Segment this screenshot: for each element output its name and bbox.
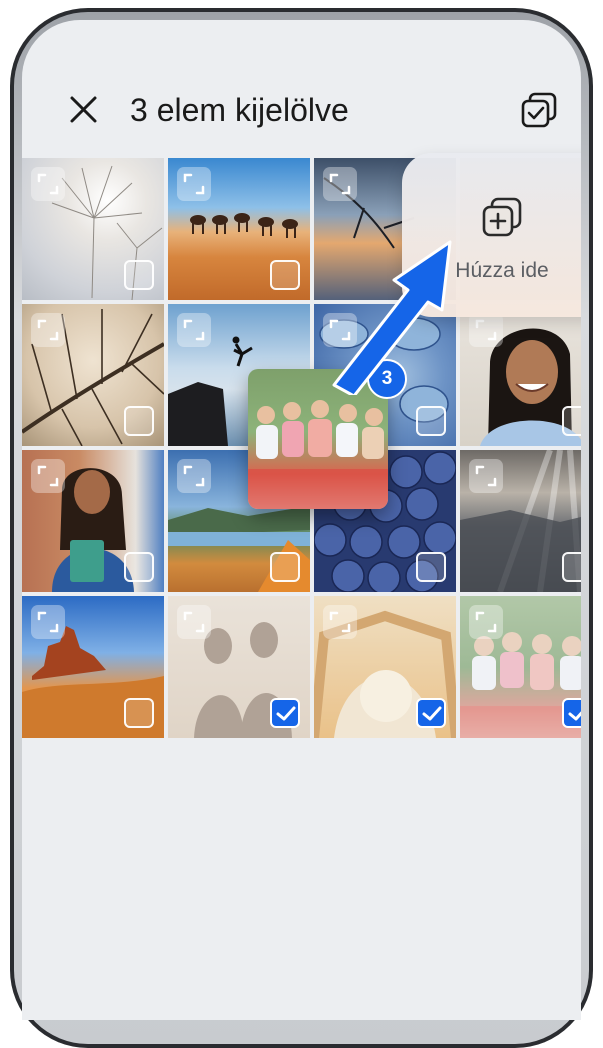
expand-icon[interactable]	[469, 605, 503, 639]
expand-icon[interactable]	[177, 313, 211, 347]
expand-icon[interactable]	[177, 605, 211, 639]
expand-icon[interactable]	[31, 605, 65, 639]
select-checkbox[interactable]	[562, 406, 581, 436]
grid-cell-leaf-veins[interactable]	[22, 304, 164, 446]
select-checkbox[interactable]	[270, 552, 300, 582]
grid-cell-couple-shadow[interactable]	[168, 596, 310, 738]
drag-direction-arrow	[332, 240, 452, 395]
select-checkbox[interactable]	[416, 552, 446, 582]
grid-cell-picnic[interactable]	[460, 596, 581, 738]
close-icon	[70, 96, 97, 123]
close-button[interactable]	[62, 88, 106, 132]
grid-cell-smiling-woman[interactable]	[460, 304, 581, 446]
select-checkbox[interactable]	[124, 698, 154, 728]
grid-cell-sun-rays[interactable]	[460, 450, 581, 592]
selection-header: 3 elem kijelölve	[22, 20, 581, 157]
select-checkbox-checked[interactable]	[416, 698, 446, 728]
select-checkbox[interactable]	[562, 552, 581, 582]
add-to-album-icon	[482, 197, 522, 237]
checkbox-multiple-icon	[521, 92, 557, 128]
grid-cell-student[interactable]	[22, 450, 164, 592]
expand-icon[interactable]	[177, 167, 211, 201]
select-checkbox-checked[interactable]	[270, 698, 300, 728]
select-checkbox[interactable]	[124, 406, 154, 436]
expand-icon[interactable]	[469, 313, 503, 347]
expand-icon[interactable]	[31, 459, 65, 493]
expand-icon[interactable]	[31, 313, 65, 347]
page-title: 3 elem kijelölve	[130, 92, 349, 128]
grid-cell-tent-view[interactable]	[314, 596, 456, 738]
select-checkbox-checked[interactable]	[562, 698, 581, 728]
expand-icon[interactable]	[323, 605, 357, 639]
expand-icon[interactable]	[323, 167, 357, 201]
select-checkbox[interactable]	[124, 260, 154, 290]
select-checkbox[interactable]	[124, 552, 154, 582]
grid-cell-desert-camels[interactable]	[168, 158, 310, 300]
expand-icon[interactable]	[31, 167, 65, 201]
select-all-button[interactable]	[518, 89, 560, 131]
select-checkbox[interactable]	[416, 406, 446, 436]
select-checkbox[interactable]	[270, 260, 300, 290]
gallery-screen: 3 elem kijelölve Húzza ide 3	[22, 20, 581, 1020]
expand-icon[interactable]	[469, 459, 503, 493]
expand-icon[interactable]	[177, 459, 211, 493]
grid-cell-red-rocks[interactable]	[22, 596, 164, 738]
grid-cell-dandelion[interactable]	[22, 158, 164, 300]
